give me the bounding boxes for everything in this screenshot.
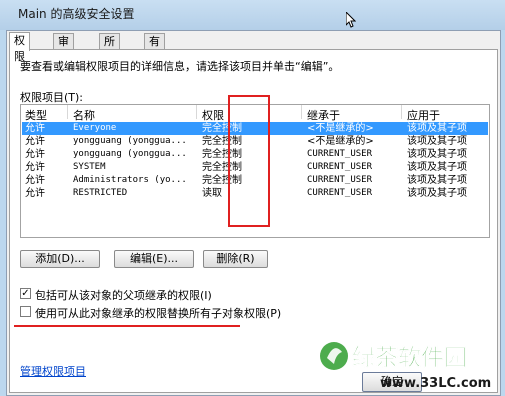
permission-row[interactable]: 允许 yongguang (yonggua... 完全控制 <不是继承的> 该项… [22,135,488,148]
list-label: 权限项目(T): [20,91,84,104]
cell-type: 允许 [25,123,45,134]
cell-type: 允许 [25,149,45,160]
cell-permission: 完全控制 [202,175,242,186]
permission-row[interactable]: 允许 SYSTEM 完全控制 CURRENT_USER 该项及其子项 [22,161,488,174]
window-title: Main 的高级安全设置 [18,7,135,21]
cell-inherited-from: CURRENT_USER [307,175,373,185]
cell-type: 允许 [25,188,45,199]
edit-button[interactable]: 编辑(E)... [114,250,194,268]
column-divider[interactable] [301,105,302,119]
column-header-inherited-from[interactable]: 继承于 [307,107,340,123]
cell-name: Administrators (yo... [73,175,187,185]
cell-applies-to: 该项及其子项 [407,162,467,173]
title-bar: Main 的高级安全设置 [0,0,505,30]
svg-text:绿茶软件园: 绿茶软件园 [352,344,467,371]
cell-applies-to: 该项及其子项 [407,149,467,160]
manage-permissions-link[interactable]: 管理权限项目 [20,363,86,379]
add-button[interactable]: 添加(D)... [20,250,100,268]
cell-permission: 读取 [202,188,222,199]
remove-button[interactable]: 删除(R) [203,250,268,268]
tab-permissions[interactable]: 权限 [9,32,30,63]
cell-type: 允许 [25,162,45,173]
column-divider[interactable] [401,105,402,119]
cell-applies-to: 该项及其子项 [407,136,467,147]
column-header-applies-to[interactable]: 应用于 [407,107,440,123]
cell-inherited-from: <不是继承的> [307,123,374,134]
description-text: 要查看或编辑权限项目的详细信息，请选择该项目并单击“编辑”。 [20,60,340,73]
inherit-permissions-checkbox[interactable]: ✓ [20,288,31,299]
column-header-type[interactable]: 类型 [25,107,47,123]
cell-permission: 完全控制 [202,136,242,147]
cell-name: yongguang (yonggua... [73,136,187,146]
cell-inherited-from: CURRENT_USER [307,162,373,172]
cell-inherited-from: CURRENT_USER [307,149,373,159]
svg-text:www.33LC.com: www.33LC.com [380,376,491,391]
cell-permission: 完全控制 [202,123,242,134]
tab-effective-permissions[interactable]: 有效权限 [144,33,165,96]
column-divider[interactable] [67,105,68,119]
cell-applies-to: 该项及其子项 [407,188,467,199]
inherit-permissions-label[interactable]: 包括可从该对象的父项继承的权限(I) [35,287,212,303]
permission-row[interactable]: 允许 RESTRICTED 读取 CURRENT_USER 该项及其子项 [22,187,488,200]
permission-row[interactable]: 允许 Administrators (yo... 完全控制 CURRENT_US… [22,174,488,187]
cell-type: 允许 [25,175,45,186]
permission-list[interactable]: 类型 名称 权限 继承于 应用于 允许 Everyone 完全控制 <不是继承的… [20,104,490,238]
cell-inherited-from: <不是继承的> [307,136,374,147]
column-divider[interactable] [196,105,197,119]
column-header-name[interactable]: 名称 [73,107,95,123]
mouse-cursor-icon [346,12,356,28]
annotation-underline [14,325,240,327]
replace-child-permissions-label[interactable]: 使用可从此对象继承的权限替换所有子对象权限(P) [35,305,281,321]
tab-auditing[interactable]: 审核 [53,33,74,64]
tab-owner[interactable]: 所有者 [99,33,120,80]
cell-name: yongguang (yonggua... [73,149,187,159]
replace-child-permissions-checkbox[interactable] [20,306,31,317]
cell-permission: 完全控制 [202,162,242,173]
cell-name: SYSTEM [73,162,106,172]
cell-name: RESTRICTED [73,188,128,198]
column-header-permission[interactable]: 权限 [202,107,224,123]
cell-applies-to: 该项及其子项 [407,123,467,134]
permission-row[interactable]: 允许 yongguang (yonggua... 完全控制 CURRENT_US… [22,148,488,161]
cell-name: Everyone [73,123,117,133]
cell-permission: 完全控制 [202,149,242,160]
cell-inherited-from: CURRENT_USER [307,188,373,198]
cell-applies-to: 该项及其子项 [407,175,467,186]
cell-type: 允许 [25,136,45,147]
watermark-logo: 绿茶软件园 www.33LC.com [320,342,491,391]
permission-row[interactable]: 允许 Everyone 完全控制 <不是继承的> 该项及其子项 [22,122,488,135]
